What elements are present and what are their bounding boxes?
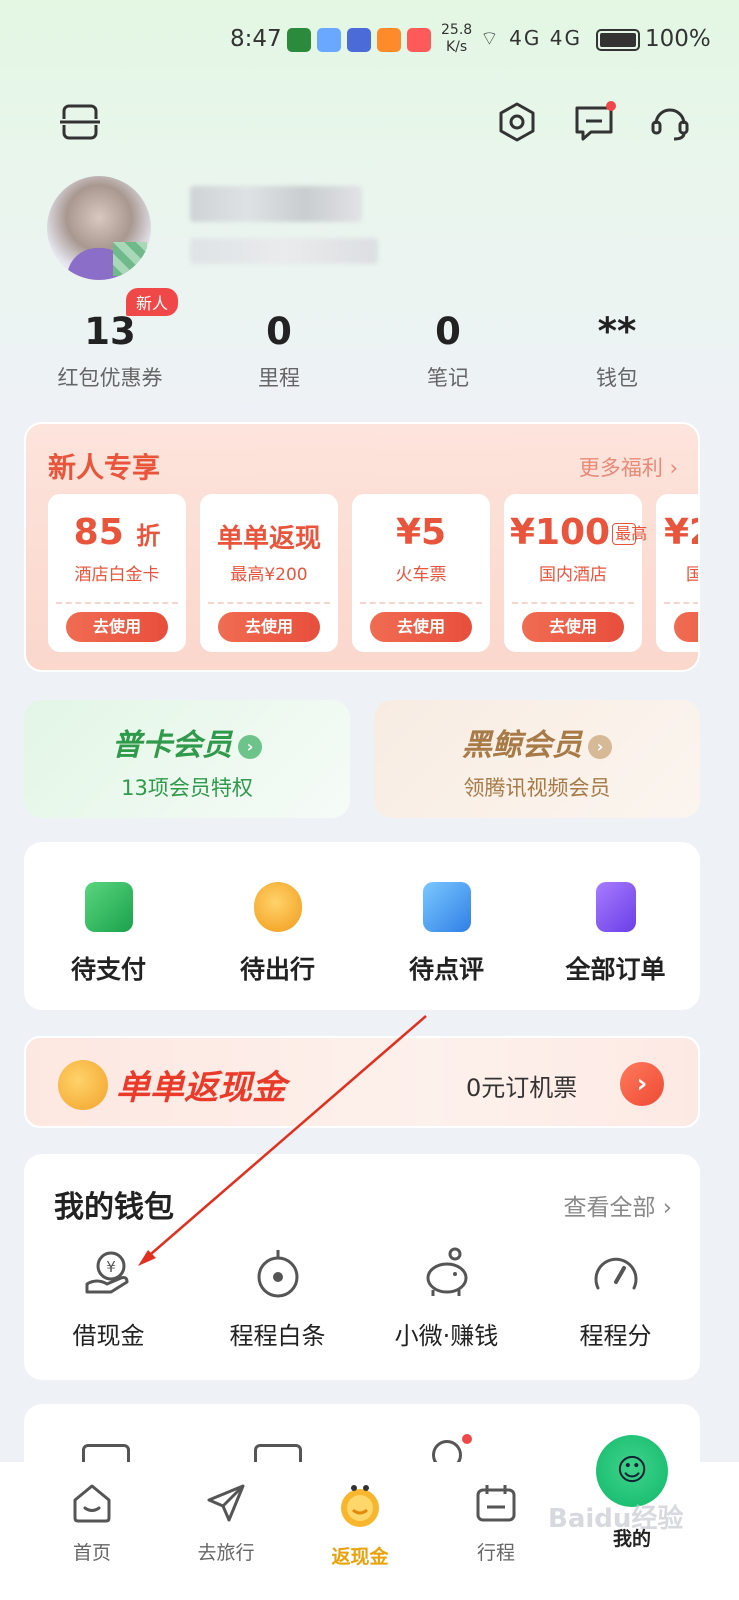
wallet-icon	[84, 882, 133, 932]
stat-wallet[interactable]: ** 钱包	[531, 300, 703, 392]
home-icon	[73, 1484, 111, 1523]
order-pending-payment[interactable]: 待支付	[24, 882, 193, 986]
view-all-link[interactable]: 查看全部 ›	[563, 1188, 672, 1222]
signal-icons: ⌔ 4G 4G	[480, 26, 582, 50]
cash-loan-icon: ¥	[85, 1251, 128, 1294]
standard-membership-card[interactable]: 普卡会员 › 13项会员特权	[24, 700, 350, 818]
cashback-banner-cta: 0元订机票	[466, 1074, 578, 1102]
coupon-train[interactable]: ¥5 火车票 去使用	[352, 494, 490, 652]
use-button[interactable]: 去使用	[66, 612, 168, 642]
use-button[interactable]: 去使用	[218, 612, 320, 642]
new-user-title: 新人专享	[48, 451, 161, 484]
wallet-item-score[interactable]: 程程分	[531, 1246, 700, 1351]
scan-icon[interactable]	[58, 100, 102, 144]
watermark: Baidu经验	[548, 1504, 684, 1534]
video-app-icon	[377, 28, 401, 52]
order-list-icon	[595, 882, 636, 932]
clock-icon	[253, 882, 302, 932]
headset-icon[interactable]	[648, 100, 692, 144]
arrow-right-icon[interactable]: ›	[620, 1062, 664, 1106]
stat-mileage[interactable]: 0 里程	[193, 300, 365, 392]
battery-percent: 100%	[645, 26, 711, 52]
score-gauge-icon	[594, 1257, 637, 1290]
message-icon[interactable]	[572, 100, 616, 144]
status-bar: 8:47 25.8 K/s ⌔ 4G 4G 100%	[0, 0, 739, 84]
profile-smiley-icon[interactable]: ☺	[596, 1435, 668, 1507]
svg-text:¥: ¥	[106, 1258, 116, 1276]
avatar[interactable]	[47, 176, 151, 280]
tab-travel[interactable]: 去旅行	[166, 1480, 286, 1565]
username-blurred	[190, 186, 362, 222]
cashback-icon	[341, 1485, 379, 1527]
use-button[interactable]: 去使用	[522, 612, 624, 642]
shopping-app-icon	[407, 28, 431, 52]
tab-itinerary[interactable]: 行程	[436, 1480, 556, 1565]
whale-membership-card[interactable]: 黑鲸会员 › 领腾讯视频会员	[374, 700, 700, 818]
paper-plane-icon	[207, 1484, 245, 1522]
notification-dot	[462, 1434, 472, 1444]
more-benefits-link[interactable]: 更多福利 ›	[579, 452, 678, 482]
annotation-arrow	[138, 1015, 427, 1266]
user-id-blurred	[190, 238, 378, 264]
app-notification-icon	[317, 28, 341, 52]
status-time: 8:47	[230, 26, 282, 52]
battery-icon	[596, 29, 640, 51]
chat-bubble-icon	[422, 882, 471, 932]
tab-home[interactable]: 首页	[32, 1480, 152, 1565]
orders-card: 待支付 待出行 待点评 全部订单	[24, 842, 700, 1010]
music-app-icon	[347, 28, 371, 52]
coupon-cashback[interactable]: 单单返现 最高¥200 去使用	[200, 494, 338, 652]
coupon-domestic-hotel[interactable]: ¥100 最高 国内酒店 去使用	[504, 494, 647, 652]
stats-row: 13 红包优惠券 0 里程 0 笔记 ** 钱包	[24, 300, 714, 400]
new-user-exclusive-card: 新人专享 更多福利 › 85 折 酒店白金卡 去使用 单单返现 最高¥200 去…	[24, 422, 700, 672]
order-all[interactable]: 全部订单	[531, 882, 700, 986]
chevron-right-icon: ›	[238, 734, 262, 759]
calendar-icon	[476, 1485, 516, 1522]
coupon-partial[interactable]: ¥2 国	[656, 494, 698, 652]
use-button[interactable]: 去使用	[370, 612, 472, 642]
order-pending-travel[interactable]: 待出行	[193, 882, 362, 986]
coupon-hotel-platinum[interactable]: 85 折 酒店白金卡 去使用	[48, 494, 186, 652]
settings-icon[interactable]	[495, 100, 539, 144]
order-pending-review[interactable]: 待点评	[362, 882, 531, 986]
coin-mascot-icon	[58, 1060, 108, 1110]
chevron-right-icon: ›	[588, 734, 612, 759]
notification-icons	[287, 28, 431, 52]
stat-notes[interactable]: 0 笔记	[362, 300, 534, 392]
network-speed: 25.8 K/s	[441, 22, 473, 55]
tab-cashback[interactable]: 返现金	[300, 1480, 420, 1569]
stat-coupons[interactable]: 13 红包优惠券	[24, 300, 196, 392]
use-button[interactable]	[674, 612, 698, 642]
app-notification-icon	[287, 28, 311, 52]
